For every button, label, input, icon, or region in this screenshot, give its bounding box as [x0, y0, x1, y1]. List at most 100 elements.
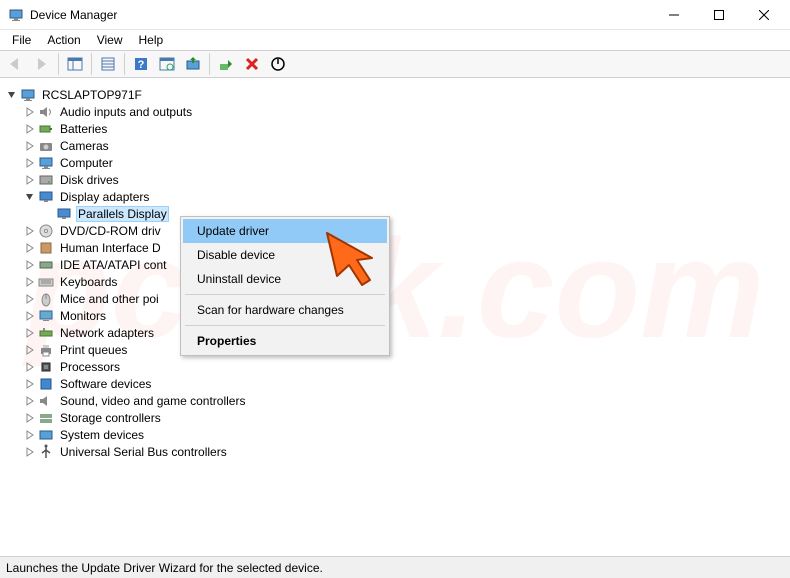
- tree-node-label: Display adapters: [58, 190, 151, 204]
- tree-node[interactable]: Software devices: [6, 375, 788, 392]
- chevron-right-icon[interactable]: [24, 446, 36, 458]
- status-text: Launches the Update Driver Wizard for th…: [6, 561, 323, 575]
- context-menu-item[interactable]: Disable device: [183, 243, 387, 267]
- device-tree[interactable]: RCSLAPTOP971F Audio inputs and outputs Bat…: [2, 82, 788, 552]
- cpu-icon: [38, 359, 54, 375]
- chevron-right-icon[interactable]: [24, 395, 36, 407]
- tree-node[interactable]: Processors: [6, 358, 788, 375]
- chevron-down-icon[interactable]: [6, 89, 18, 101]
- tree-node[interactable]: Print queues: [6, 341, 788, 358]
- tree-root[interactable]: RCSLAPTOP971F: [6, 86, 788, 103]
- menu-file[interactable]: File: [4, 31, 39, 49]
- disable-button[interactable]: [266, 52, 290, 76]
- tree-node[interactable]: IDE ATA/ATAPI cont: [6, 256, 788, 273]
- tree-node-label: IDE ATA/ATAPI cont: [58, 258, 168, 272]
- tree-node[interactable]: Mice and other poi: [6, 290, 788, 307]
- tree-node-label: Storage controllers: [58, 411, 163, 425]
- tree-node[interactable]: Computer: [6, 154, 788, 171]
- speaker-icon: [38, 104, 54, 120]
- app-icon: [8, 7, 24, 23]
- chevron-right-icon[interactable]: [24, 225, 36, 237]
- chevron-right-icon[interactable]: [24, 276, 36, 288]
- chevron-right-icon[interactable]: [24, 157, 36, 169]
- tree-node[interactable]: Human Interface D: [6, 239, 788, 256]
- context-menu-item[interactable]: Uninstall device: [183, 267, 387, 291]
- tree-node-label: Monitors: [58, 309, 108, 323]
- window-title: Device Manager: [30, 8, 651, 22]
- toolbar-separator: [124, 53, 125, 75]
- tree-node[interactable]: System devices: [6, 426, 788, 443]
- chevron-right-icon[interactable]: [24, 174, 36, 186]
- sound-icon: [38, 393, 54, 409]
- chevron-right-icon[interactable]: [24, 140, 36, 152]
- tree-node[interactable]: Disk drives: [6, 171, 788, 188]
- tree-node[interactable]: Monitors: [6, 307, 788, 324]
- scan-button[interactable]: [155, 52, 179, 76]
- tree-node-label: Audio inputs and outputs: [58, 105, 194, 119]
- menu-action[interactable]: Action: [39, 31, 88, 49]
- tree-node-label: Batteries: [58, 122, 109, 136]
- tree-node-label: System devices: [58, 428, 146, 442]
- chevron-right-icon[interactable]: [24, 412, 36, 424]
- chevron-right-icon[interactable]: [24, 293, 36, 305]
- chevron-right-icon[interactable]: [24, 429, 36, 441]
- network-icon: [38, 325, 54, 341]
- context-menu-item[interactable]: Properties: [183, 329, 387, 353]
- keyboard-icon: [38, 274, 54, 290]
- menu-help[interactable]: Help: [131, 31, 172, 49]
- tree-node-label: Disk drives: [58, 173, 121, 187]
- tree-node[interactable]: Parallels Display: [6, 205, 788, 222]
- minimize-button[interactable]: [651, 0, 696, 29]
- update-driver-button[interactable]: [181, 52, 205, 76]
- tree-node[interactable]: Batteries: [6, 120, 788, 137]
- chevron-right-icon[interactable]: [24, 242, 36, 254]
- tree-node[interactable]: Storage controllers: [6, 409, 788, 426]
- context-menu-item[interactable]: Update driver: [183, 219, 387, 243]
- tree-node[interactable]: Universal Serial Bus controllers: [6, 443, 788, 460]
- chevron-right-icon[interactable]: [24, 378, 36, 390]
- window-controls: [651, 0, 786, 29]
- tree-node-label: DVD/CD-ROM driv: [58, 224, 163, 238]
- tree-node[interactable]: Cameras: [6, 137, 788, 154]
- chevron-right-icon[interactable]: [24, 123, 36, 135]
- chevron-right-icon[interactable]: [24, 106, 36, 118]
- tree-node-label: Mice and other poi: [58, 292, 161, 306]
- context-menu: Update driverDisable deviceUninstall dev…: [180, 216, 390, 356]
- help-button[interactable]: ?: [129, 52, 153, 76]
- display-icon: [38, 189, 54, 205]
- chevron-right-icon[interactable]: [24, 310, 36, 322]
- tree-node[interactable]: DVD/CD-ROM driv: [6, 222, 788, 239]
- maximize-button[interactable]: [696, 0, 741, 29]
- tree-node-label: Sound, video and game controllers: [58, 394, 247, 408]
- enable-button[interactable]: [214, 52, 238, 76]
- tree-node[interactable]: Display adapters: [6, 188, 788, 205]
- ide-icon: [38, 257, 54, 273]
- dvd-icon: [38, 223, 54, 239]
- tree-node[interactable]: Audio inputs and outputs: [6, 103, 788, 120]
- chevron-down-icon[interactable]: [24, 191, 36, 203]
- tree-node[interactable]: Sound, video and game controllers: [6, 392, 788, 409]
- back-button[interactable]: [4, 52, 28, 76]
- close-button[interactable]: [741, 0, 786, 29]
- storage-icon: [38, 410, 54, 426]
- chevron-right-icon[interactable]: [24, 344, 36, 356]
- monitor-icon: [38, 308, 54, 324]
- camera-icon: [38, 138, 54, 154]
- mouse-icon: [38, 291, 54, 307]
- context-menu-item[interactable]: Scan for hardware changes: [183, 298, 387, 322]
- tree-node[interactable]: Network adapters: [6, 324, 788, 341]
- show-hide-tree-button[interactable]: [63, 52, 87, 76]
- forward-button[interactable]: [30, 52, 54, 76]
- chevron-right-icon[interactable]: [24, 327, 36, 339]
- chevron-right-icon[interactable]: [24, 259, 36, 271]
- menu-view[interactable]: View: [89, 31, 131, 49]
- usb-icon: [38, 444, 54, 460]
- tree-node-label: Parallels Display: [76, 206, 169, 222]
- properties-button[interactable]: [96, 52, 120, 76]
- software-icon: [38, 376, 54, 392]
- tree-node[interactable]: Keyboards: [6, 273, 788, 290]
- context-menu-separator: [185, 294, 385, 295]
- uninstall-button[interactable]: [240, 52, 264, 76]
- chevron-right-icon[interactable]: [24, 361, 36, 373]
- context-menu-separator: [185, 325, 385, 326]
